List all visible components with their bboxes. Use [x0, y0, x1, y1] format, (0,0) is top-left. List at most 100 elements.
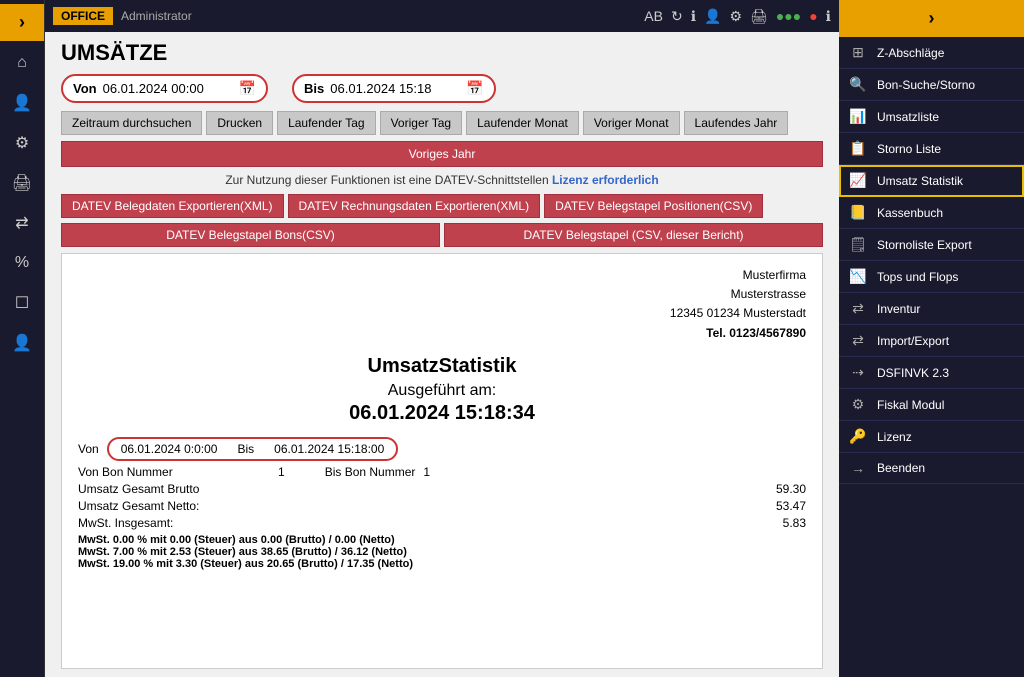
vonbis-circle: 06.01.2024 0:0:00 Bis 06.01.2024 15:18:0… [107, 437, 399, 461]
menu-item-inventur[interactable]: ⇄ Inventur [839, 293, 1024, 325]
z-abschlage-icon: ⊞ [847, 44, 869, 61]
mwst-row: MwSt. Insgesamt: 5.83 [78, 516, 806, 530]
printer-icon[interactable]: 🖨 [750, 8, 768, 25]
fiskal-modul-icon: ⚙ [847, 396, 869, 413]
btn-datev-bericht[interactable]: DATEV Belegstapel (CSV, dieser Bericht) [444, 223, 823, 247]
menu-item-umsatz-statistik[interactable]: 📈 Umsatz Statistik [839, 165, 1024, 197]
datev-row2: DATEV Belegstapel Bons(CSV) DATEV Belegs… [45, 221, 839, 249]
date-to-input[interactable] [330, 81, 460, 96]
beenden-icon: → [847, 460, 869, 476]
storno-liste-label: Storno Liste [877, 142, 941, 156]
netto-value: 53.47 [606, 499, 806, 513]
right-top-arrow[interactable]: › [839, 0, 1024, 37]
menu-item-dsfinvk[interactable]: ⇢ DSFINVK 2.3 [839, 357, 1024, 389]
btn-laufender-tag[interactable]: Laufender Tag [277, 111, 376, 135]
date-from-input[interactable] [103, 81, 233, 96]
menu-item-beenden[interactable]: → Beenden [839, 453, 1024, 484]
company-street: Musterstrasse [78, 285, 806, 304]
btn-drucken[interactable]: Drucken [206, 111, 273, 135]
brutto-row: Umsatz Gesamt Brutto 59.30 [78, 482, 806, 496]
page-title: UMSÄTZE [45, 32, 839, 70]
menu-item-umsatzliste[interactable]: 📊 Umsatzliste [839, 101, 1024, 133]
btn-datev-belegstapel-pos[interactable]: DATEV Belegstapel Positionen(CSV) [544, 194, 763, 218]
inventur-icon: ⇄ [847, 300, 869, 317]
mwst-line-0: MwSt. 0.00 % mit 0.00 (Steuer) aus 0.00 … [78, 534, 806, 546]
btn-voriges-jahr[interactable]: Voriges Jahr [61, 141, 823, 167]
kassenbuch-label: Kassenbuch [877, 206, 943, 220]
sidebar-transfer-icon[interactable]: ⇄ [4, 205, 40, 241]
vonbis-container: Von 06.01.2024 0:0:00 Bis 06.01.2024 15:… [78, 437, 806, 461]
sidebar-user-icon[interactable]: 👤 [4, 85, 40, 121]
voriges-jahr-row: Voriges Jahr [45, 139, 839, 169]
btn-datev-bons[interactable]: DATEV Belegstapel Bons(CSV) [61, 223, 440, 247]
stornoliste-export-icon: 🗒 [847, 236, 869, 253]
red-dot-icon[interactable]: ● [809, 8, 817, 24]
sidebar-percent-icon[interactable]: % [4, 245, 40, 281]
ab-icon[interactable]: AB [644, 8, 663, 24]
menu-item-tops-flops[interactable]: 📉 Tops und Flops [839, 261, 1024, 293]
sidebar-home-icon[interactable]: ⌂ [4, 45, 40, 81]
bon-suche-icon: 🔍 [847, 76, 869, 93]
company-city: 12345 01234 Musterstadt [78, 304, 806, 323]
stornoliste-export-label: Stornoliste Export [877, 238, 972, 252]
report-company-header: Musterfirma Musterstrasse 12345 01234 Mu… [78, 266, 806, 343]
date-from-label: Von [73, 81, 97, 96]
btn-zeitraum[interactable]: Zeitraum durchsuchen [61, 111, 202, 135]
menu-item-z-abschlage[interactable]: ⊞ Z-Abschläge [839, 37, 1024, 69]
bon-suche-label: Bon-Suche/Storno [877, 78, 975, 92]
company-name: Musterfirma [78, 266, 806, 285]
report-title: UmsatzStatistik [78, 355, 806, 378]
btn-datev-rechnungsdaten[interactable]: DATEV Rechnungsdaten Exportieren(XML) [288, 194, 541, 218]
btn-voriger-tag[interactable]: Voriger Tag [380, 111, 463, 135]
dsfinvk-icon: ⇢ [847, 364, 869, 381]
admin-label: Administrator [121, 9, 192, 23]
date-from-field: Von 📅 [61, 74, 268, 103]
dsfinvk-label: DSFINVK 2.3 [877, 366, 949, 380]
calendar-from-icon[interactable]: 📅 [239, 80, 256, 97]
lizenz-icon: 🔑 [847, 428, 869, 445]
menu-item-kassenbuch[interactable]: 📒 Kassenbuch [839, 197, 1024, 229]
btn-laufender-monat[interactable]: Laufender Monat [466, 111, 579, 135]
menu-item-import-export[interactable]: ⇄ Import/Export [839, 325, 1024, 357]
menu-item-lizenz[interactable]: 🔑 Lizenz [839, 421, 1024, 453]
license-link[interactable]: Lizenz erforderlich [552, 173, 659, 187]
mwst-label: MwSt. Insgesamt: [78, 516, 278, 530]
sidebar-print-icon[interactable]: 🖨 [4, 165, 40, 201]
von-label-report: Von [78, 442, 99, 456]
bon-bis-value: 1 [423, 465, 430, 479]
inventur-label: Inventur [877, 302, 920, 316]
sidebar-settings-icon[interactable]: ⚙ [4, 125, 40, 161]
sidebar-person-icon[interactable]: 👤 [4, 325, 40, 361]
menu-item-storno-liste[interactable]: 📋 Storno Liste [839, 133, 1024, 165]
umsatzliste-icon: 📊 [847, 108, 869, 125]
btn-voriger-monat[interactable]: Voriger Monat [583, 111, 680, 135]
main-content: OFFICE Administrator AB ↻ ℹ 👤 ⚙ 🖨 ●●● ● … [45, 0, 839, 677]
mwst-lines: MwSt. 0.00 % mit 0.00 (Steuer) aus 0.00 … [78, 534, 806, 570]
menu-item-stornoliste-export[interactable]: 🗒 Stornoliste Export [839, 229, 1024, 261]
umsatzliste-label: Umsatzliste [877, 110, 939, 124]
info2-icon[interactable]: ℹ [826, 8, 831, 25]
dots-icon[interactable]: ●●● [776, 8, 801, 24]
btn-laufendes-jahr[interactable]: Laufendes Jahr [684, 111, 789, 135]
sidebar-box-icon[interactable]: ☐ [4, 285, 40, 321]
menu-item-fiskal-modul[interactable]: ⚙ Fiskal Modul [839, 389, 1024, 421]
license-text: Zur Nutzung dieser Funktionen ist eine D… [225, 173, 548, 187]
btn-datev-belegdaten[interactable]: DATEV Belegdaten Exportieren(XML) [61, 194, 284, 218]
info-icon[interactable]: ℹ [691, 8, 696, 25]
bis-value-report: 06.01.2024 15:18:00 [274, 442, 384, 456]
mwst-line-2: MwSt. 19.00 % mit 3.30 (Steuer) aus 20.6… [78, 558, 806, 570]
von-value-report: 06.01.2024 0:0:00 [121, 442, 218, 456]
top-bar: OFFICE Administrator AB ↻ ℹ 👤 ⚙ 🖨 ●●● ● … [45, 0, 839, 32]
left-top-arrow[interactable]: › [0, 4, 44, 41]
buttons-row1: Zeitraum durchsuchen Drucken Laufender T… [45, 107, 839, 139]
user-icon[interactable]: 👤 [704, 8, 721, 25]
left-sidebar: › ⌂ 👤 ⚙ 🖨 ⇄ % ☐ 👤 [0, 0, 45, 677]
menu-item-bon-suche[interactable]: 🔍 Bon-Suche/Storno [839, 69, 1024, 101]
refresh-icon[interactable]: ↻ [671, 8, 683, 25]
gear-icon[interactable]: ⚙ [729, 8, 742, 25]
storno-liste-icon: 📋 [847, 140, 869, 157]
netto-label: Umsatz Gesamt Netto: [78, 499, 278, 513]
date-to-label: Bis [304, 81, 324, 96]
brutto-value: 59.30 [606, 482, 806, 496]
calendar-to-icon[interactable]: 📅 [466, 80, 483, 97]
